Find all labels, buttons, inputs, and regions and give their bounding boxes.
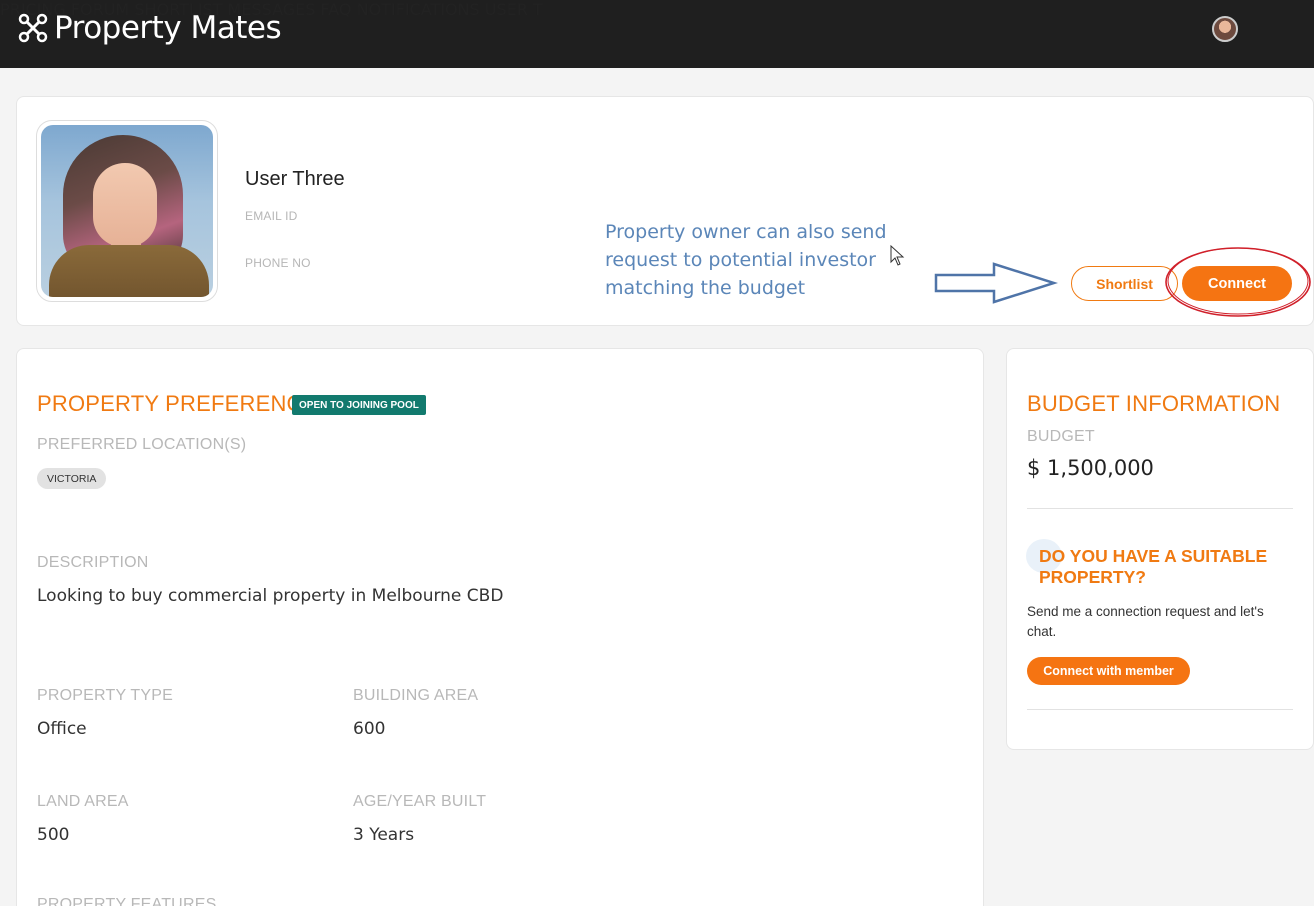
right-arrow-icon: [934, 262, 1058, 304]
description-label: DESCRIPTION: [37, 554, 149, 571]
suitable-property-title: DO YOU HAVE A SUITABLE PROPERTY?: [1039, 546, 1268, 587]
nav-faq[interactable]: FAQ: [321, 0, 352, 19]
property-preference-title: PROPERTY PREFERENCE: [37, 391, 318, 416]
user-avatar[interactable]: [1212, 16, 1238, 42]
phone-label: PHONE NO: [245, 256, 311, 270]
annotation-note: Property owner can also send request to …: [605, 221, 887, 299]
top-navigation-bar: Property Mates PRICING FORUM SHORTLIST M…: [0, 0, 1314, 68]
profile-name: User Three: [245, 168, 345, 190]
suitable-property-text: Send me a connection request and let's c…: [1027, 604, 1264, 639]
description-text: Looking to buy commercial property in Me…: [37, 586, 504, 606]
divider: [1027, 508, 1293, 509]
budget-information-title: BUDGET INFORMATION: [1027, 391, 1281, 416]
property-features-label: PROPERTY FEATURES: [37, 896, 217, 906]
building-area-value: 600: [353, 719, 386, 739]
email-label: EMAIL ID: [245, 209, 298, 223]
connect-with-member-button[interactable]: Connect with member: [1027, 657, 1190, 685]
budget-label: BUDGET: [1027, 428, 1095, 445]
age-label: AGE/YEAR BUILT: [353, 793, 487, 810]
profile-avatar: [36, 120, 218, 302]
preferred-locations-label: PREFERRED LOCATION(S): [37, 436, 247, 453]
property-type-label: PROPERTY TYPE: [37, 687, 173, 704]
profile-photo: [41, 125, 213, 297]
land-area-label: LAND AREA: [37, 793, 129, 810]
shortlist-button[interactable]: Shortlist: [1071, 266, 1178, 301]
highlight-ellipse-icon: [1165, 247, 1311, 317]
pool-status-badge: OPEN TO JOINING POOL: [292, 395, 426, 415]
building-area-label: BUILDING AREA: [353, 687, 479, 704]
nav-user-menu[interactable]: USER T: [485, 0, 543, 19]
property-type-value: Office: [37, 719, 87, 739]
brand-name: Property Mates: [54, 10, 282, 46]
mouse-cursor-icon: [890, 245, 905, 266]
brand[interactable]: Property Mates: [18, 10, 282, 46]
land-area-value: 500: [37, 825, 70, 845]
divider: [1027, 709, 1293, 710]
location-chip: VICTORIA: [37, 468, 107, 489]
age-value: 3 Years: [353, 825, 415, 845]
budget-value: $ 1,500,000: [1027, 456, 1154, 480]
property-preference-card: [16, 348, 984, 906]
nav-notifications[interactable]: NOTIFICATIONS: [357, 0, 480, 19]
logo-icon: [18, 13, 48, 43]
